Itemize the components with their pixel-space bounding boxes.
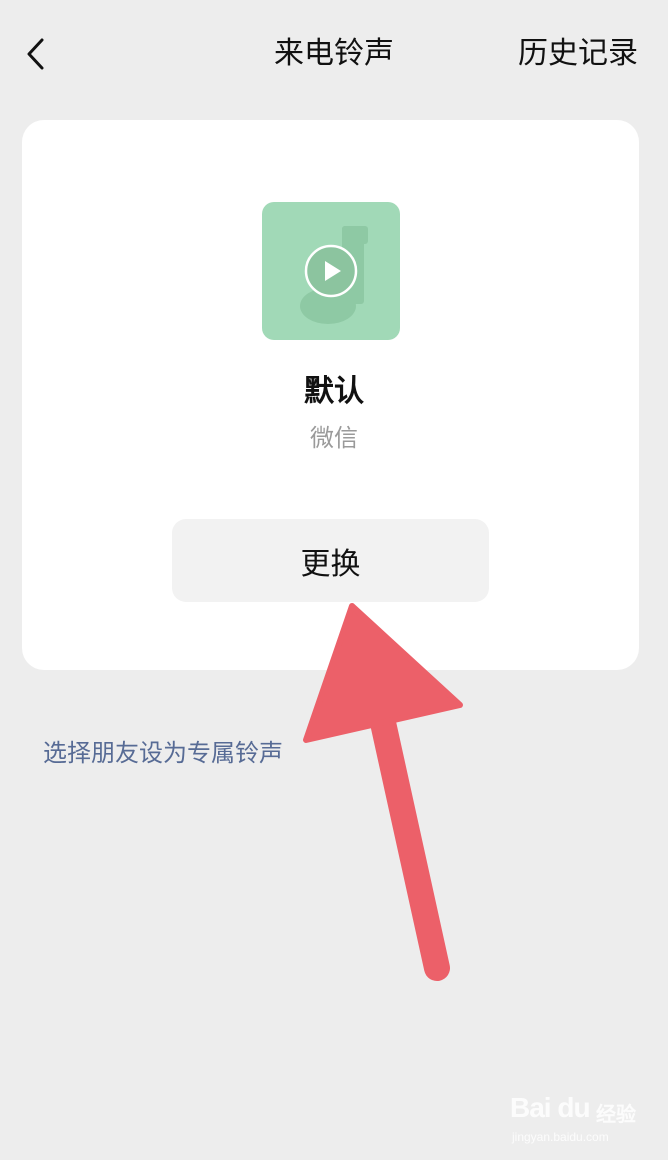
annotation-arrow — [303, 603, 463, 981]
baidu-logo: Bai du — [510, 1092, 591, 1123]
baidu-jingyan-watermark: Bai du 经验 jingyan.baidu.com — [510, 1090, 656, 1150]
jingyan-label: 经验 — [596, 1102, 636, 1126]
watermark-url: jingyan.baidu.com — [512, 1130, 609, 1144]
